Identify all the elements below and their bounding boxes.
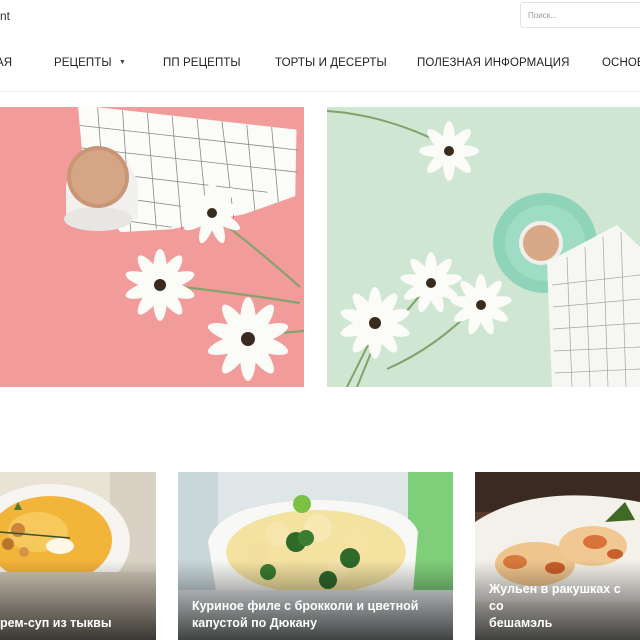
card-title[interactable]: рем-суп из тыквы: [0, 615, 148, 632]
hero-image-pink[interactable]: [0, 107, 304, 387]
card-title[interactable]: Жульен в ракушках с со бешамэль: [489, 581, 632, 632]
chevron-down-icon[interactable]: ▼: [119, 59, 126, 66]
nav-item-pp-recipes[interactable]: ПП РЕЦЕПТЫ: [163, 57, 241, 69]
recipe-card-pumpkin-soup[interactable]: рем-суп из тыквы: [0, 472, 156, 640]
hero-image-mint[interactable]: [327, 107, 640, 387]
nav-item-recipes[interactable]: РЕЦЕПТЫ ▼: [54, 57, 126, 69]
nav-item-partial-right[interactable]: ОСНОВ: [602, 57, 640, 69]
nav-item-partial-left[interactable]: АЯ: [0, 57, 12, 69]
site-logo-text[interactable]: nt: [0, 9, 10, 23]
main-nav: АЯ РЕЦЕПТЫ ▼ ПП РЕЦЕПТЫ ТОРТЫ И ДЕСЕРТЫ …: [0, 49, 640, 79]
recipe-card-chicken-broccoli[interactable]: Куриное филе с брокколи и цветной капуст…: [178, 472, 453, 640]
nav-divider: [0, 91, 640, 92]
nav-item-label: ОСНОВ: [602, 57, 640, 69]
nav-item-label: ТОРТЫ И ДЕСЕРТЫ: [275, 57, 387, 69]
recipe-card-julienne[interactable]: Жульен в ракушках с со бешамэль: [475, 472, 640, 640]
nav-item-cakes-desserts[interactable]: ТОРТЫ И ДЕСЕРТЫ: [275, 57, 387, 69]
nav-item-label: РЕЦЕПТЫ: [54, 57, 112, 69]
nav-item-useful-info[interactable]: ПОЛЕЗНАЯ ИНФОРМАЦИЯ: [417, 57, 570, 69]
nav-item-label: АЯ: [0, 57, 13, 69]
nav-item-label: ПОЛЕЗНАЯ ИНФОРМАЦИЯ: [417, 57, 570, 69]
card-title[interactable]: Куриное филе с брокколи и цветной капуст…: [192, 598, 445, 632]
nav-item-label: ПП РЕЦЕПТЫ: [163, 57, 241, 69]
search-input[interactable]: [520, 2, 640, 28]
